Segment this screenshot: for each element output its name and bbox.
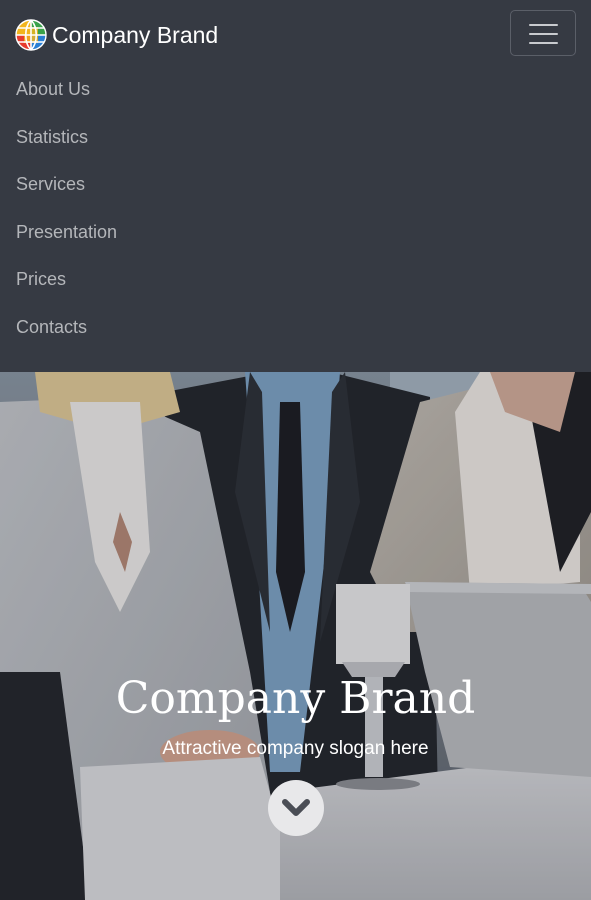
hero-section: Company Brand Attractive company slogan … (0, 372, 591, 900)
brand-name: Company Brand (52, 22, 219, 48)
brand-link[interactable]: Company Brand (15, 19, 218, 51)
hero-title: Company Brand (115, 673, 476, 724)
nav-item-statistics[interactable]: Statistics (0, 114, 591, 162)
hero-slogan: Attractive company slogan here (162, 738, 429, 759)
scroll-down-button[interactable] (268, 780, 324, 836)
page: Company Brand About Us Statistics Servic… (0, 0, 591, 900)
globe-logo-icon (15, 19, 47, 51)
nav-item-prices[interactable]: Prices (0, 256, 591, 304)
nav-item-services[interactable]: Services (0, 161, 591, 209)
nav-item-contacts[interactable]: Contacts (0, 304, 591, 352)
nav-item-about-us[interactable]: About Us (0, 66, 591, 114)
navbar-toggler-button[interactable] (510, 10, 576, 56)
nav-item-presentation[interactable]: Presentation (0, 209, 591, 257)
navbar: Company Brand About Us Statistics Servic… (0, 0, 591, 372)
chevron-down-icon (282, 799, 310, 816)
nav-menu: About Us Statistics Services Presentatio… (0, 66, 591, 351)
